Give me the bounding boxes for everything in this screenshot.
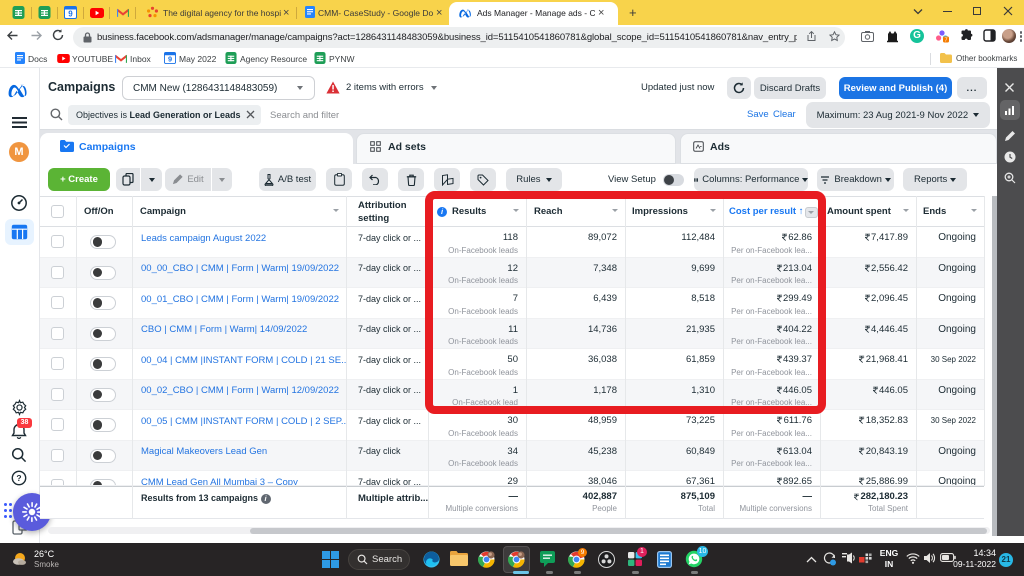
svg-text:?: ? xyxy=(16,473,21,483)
svg-text:7: 7 xyxy=(944,37,947,43)
svg-text:9: 9 xyxy=(68,10,73,19)
svg-text:9: 9 xyxy=(168,55,172,64)
